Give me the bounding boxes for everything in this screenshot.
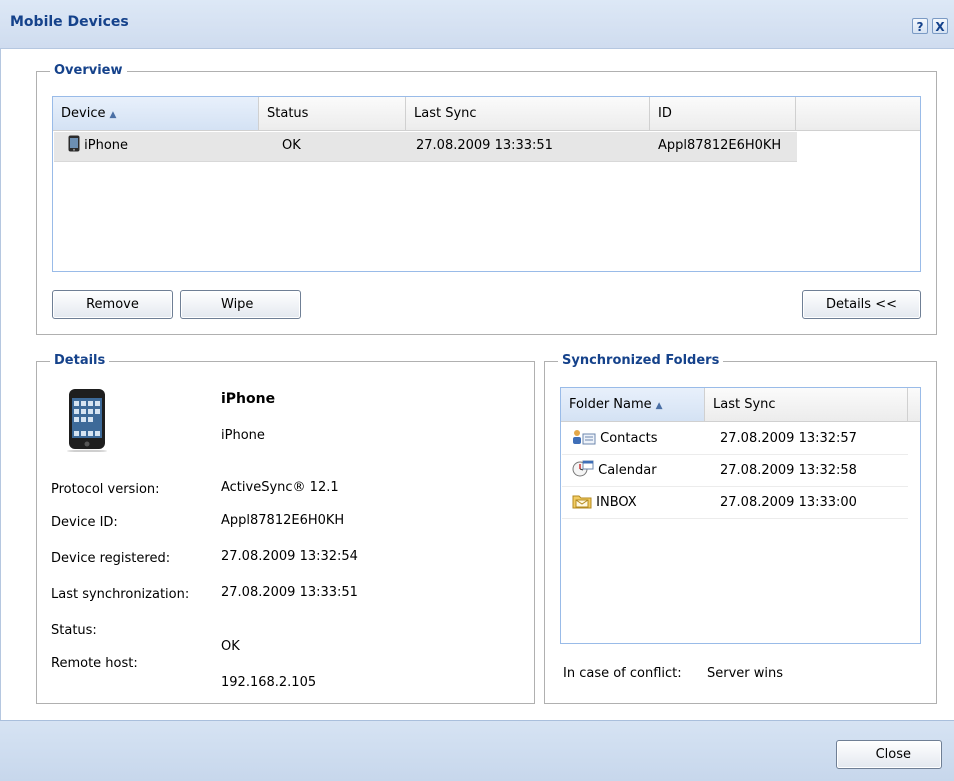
details-toggle-button[interactable]: Details << — [802, 290, 921, 319]
column-header-folder-name-label: Folder Name — [569, 397, 652, 412]
folder-name: Contacts — [600, 431, 658, 446]
column-header-folder-name[interactable]: Folder Name ▲ — [561, 388, 705, 421]
folder-name-cell: Calendar — [572, 457, 657, 485]
column-header-status-label: Status — [267, 106, 309, 121]
folders-grid: Folder Name ▲ Last Sync Contacts 27.08.20… — [560, 387, 921, 644]
window-titlebar: Mobile Devices ? X — [0, 0, 954, 49]
device-name: iPhone — [84, 138, 129, 153]
sort-ascending-icon: ▲ — [655, 401, 663, 411]
sync-folders-legend: Synchronized Folders — [558, 353, 724, 368]
folder-name: Calendar — [598, 463, 657, 478]
status-cell: OK — [282, 138, 301, 153]
id-cell: Appl87812E6H0KH — [658, 138, 782, 153]
overview-legend: Overview — [50, 63, 127, 78]
contacts-icon — [573, 430, 596, 445]
sort-ascending-icon: ▲ — [109, 110, 117, 120]
calendar-icon — [572, 460, 594, 477]
folder-name-cell: INBOX — [572, 489, 637, 517]
column-header-device-label: Device — [61, 106, 106, 121]
folder-name: INBOX — [596, 495, 637, 510]
device-cell: iPhone — [68, 132, 128, 160]
help-button[interactable]: ? — [912, 18, 928, 34]
window-close-button[interactable]: X — [932, 18, 948, 34]
folders-grid-header: Folder Name ▲ Last Sync — [561, 388, 920, 422]
device-model: iPhone — [221, 428, 265, 443]
column-header-last-sync-label: Last Sync — [414, 106, 477, 121]
folder-last-sync-cell: 27.08.2009 13:32:58 — [720, 463, 857, 478]
list-item[interactable]: Contacts 27.08.2009 13:32:57 — [562, 423, 908, 455]
protocol-version-label: Protocol version: — [51, 482, 160, 497]
column-header-last-sync[interactable]: Last Sync — [406, 97, 650, 130]
iphone-device-icon — [63, 388, 111, 453]
list-item[interactable]: INBOX 27.08.2009 13:33:00 — [562, 487, 908, 519]
protocol-version-value: ActiveSync® 12.1 — [221, 480, 339, 495]
column-header-id-label: ID — [658, 106, 672, 121]
remote-host-value: 192.168.2.105 — [221, 675, 317, 690]
details-legend: Details — [50, 353, 110, 368]
device-registered-value: 27.08.2009 13:32:54 — [221, 549, 358, 564]
folder-last-sync-cell: 27.08.2009 13:33:00 — [720, 495, 857, 510]
folder-last-sync-cell: 27.08.2009 13:32:57 — [720, 431, 857, 446]
column-header-status[interactable]: Status — [259, 97, 406, 130]
last-synchronization-label: Last synchronization: — [51, 587, 190, 602]
status-value: OK — [221, 639, 240, 654]
conflict-value: Server wins — [707, 666, 784, 681]
window-title: Mobile Devices — [10, 14, 129, 30]
remote-host-label: Remote host: — [51, 656, 138, 671]
folder-name-cell: Contacts — [572, 425, 658, 453]
column-header-id[interactable]: ID — [650, 97, 796, 130]
device-name-heading: iPhone — [221, 391, 276, 407]
phone-icon — [68, 135, 80, 152]
dialog-footer: Close — [0, 720, 954, 781]
devices-grid: Device ▲ Status Last Sync ID iPhone OK 27… — [52, 96, 921, 272]
inbox-icon — [572, 495, 592, 509]
device-registered-label: Device registered: — [51, 551, 171, 566]
device-id-value: Appl87812E6H0KH — [221, 513, 345, 528]
wipe-button[interactable]: Wipe — [180, 290, 301, 319]
remove-button[interactable]: Remove — [52, 290, 173, 319]
table-row[interactable]: iPhone OK 27.08.2009 13:33:51 Appl87812E… — [54, 132, 797, 162]
column-header-folder-last-sync-label: Last Sync — [713, 397, 776, 412]
last-sync-cell: 27.08.2009 13:33:51 — [416, 138, 553, 153]
status-label: Status: — [51, 623, 97, 638]
column-header-device[interactable]: Device ▲ — [53, 97, 259, 130]
list-item[interactable]: Calendar 27.08.2009 13:32:58 — [562, 455, 908, 487]
device-id-label: Device ID: — [51, 515, 118, 530]
conflict-label: In case of conflict: — [563, 666, 682, 681]
devices-grid-header: Device ▲ Status Last Sync ID — [53, 97, 920, 131]
last-synchronization-value: 27.08.2009 13:33:51 — [221, 585, 358, 600]
close-button[interactable]: Close — [836, 740, 942, 769]
column-header-folder-last-sync[interactable]: Last Sync — [705, 388, 908, 421]
